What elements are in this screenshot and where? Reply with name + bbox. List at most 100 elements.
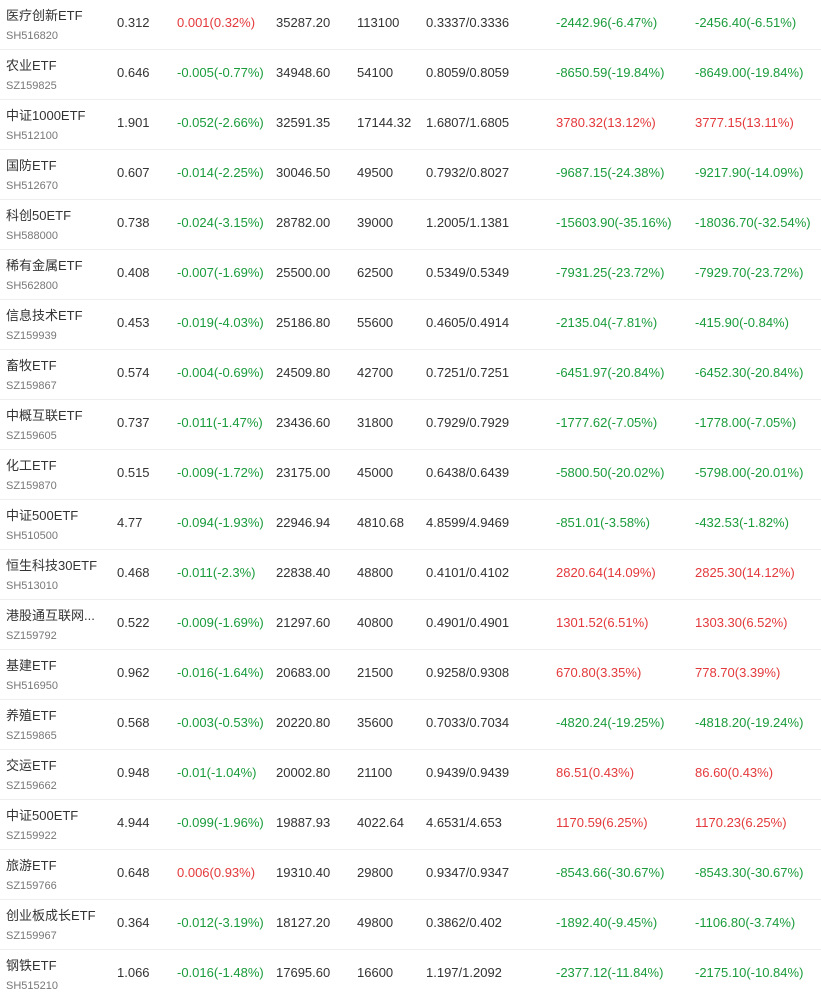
nav-cell: 0.8059/0.8059	[426, 65, 510, 80]
nav-cell: 0.6438/0.6439	[426, 465, 510, 480]
profit-loss-alt-cell: 2825.30(14.12%)	[695, 565, 795, 580]
amount-cell: 20683.00	[276, 665, 331, 680]
table-row[interactable]: 创业板成长ETF SZ159967 0.364 -0.012(-3.19%) 1…	[0, 900, 821, 950]
fund-name[interactable]: 畜牧ETF	[6, 358, 57, 374]
table-row[interactable]: 信息技术ETF SZ159939 0.453 -0.019(-4.03%) 25…	[0, 300, 821, 350]
table-row[interactable]: 养殖ETF SZ159865 0.568 -0.003(-0.53%) 2022…	[0, 700, 821, 750]
fund-name[interactable]: 钢铁ETF	[6, 958, 57, 974]
table-row[interactable]: 中证1000ETF SH512100 1.901 -0.052(-2.66%) …	[0, 100, 821, 150]
table-row[interactable]: 农业ETF SZ159825 0.646 -0.005(-0.77%) 3494…	[0, 50, 821, 100]
table-row[interactable]: 交运ETF SZ159662 0.948 -0.01(-1.04%) 20002…	[0, 750, 821, 800]
fund-name[interactable]: 科创50ETF	[6, 208, 71, 224]
table-row[interactable]: 国防ETF SH512670 0.607 -0.014(-2.25%) 3004…	[0, 150, 821, 200]
fund-code: SH510500	[6, 530, 58, 542]
share-cell: 16600	[357, 965, 394, 980]
nav-cell: 1.2005/1.1381	[426, 215, 510, 230]
fund-name[interactable]: 医疗创新ETF	[6, 8, 83, 24]
table-row[interactable]: 畜牧ETF SZ159867 0.574 -0.004(-0.69%) 2450…	[0, 350, 821, 400]
share-cell: 21500	[357, 665, 394, 680]
amount-cell: 30046.50	[276, 165, 331, 180]
share-cell: 21100	[357, 765, 393, 780]
table-row[interactable]: 科创50ETF SH588000 0.738 -0.024(-3.15%) 28…	[0, 200, 821, 250]
table-row[interactable]: 旅游ETF SZ159766 0.648 0.006(0.93%) 19310.…	[0, 850, 821, 900]
profit-loss-cell: 1170.59(6.25%)	[556, 815, 648, 830]
fund-name-cell: 旅游ETF SZ159766	[6, 850, 110, 900]
nav-cell: 0.9347/0.9347	[426, 865, 510, 880]
table-row[interactable]: 基建ETF SH516950 0.962 -0.016(-1.64%) 2068…	[0, 650, 821, 700]
nav-cell: 0.5349/0.5349	[426, 265, 510, 280]
share-cell: 54100	[357, 65, 394, 80]
change-cell: -0.011(-2.3%)	[177, 565, 256, 580]
fund-name[interactable]: 港股通互联网...	[6, 608, 95, 624]
amount-cell: 20002.80	[276, 765, 331, 780]
fund-name[interactable]: 稀有金属ETF	[6, 258, 83, 274]
price-cell: 0.607	[117, 165, 150, 180]
profit-loss-cell: -8543.66(-30.67%)	[556, 865, 665, 880]
change-cell: -0.052(-2.66%)	[177, 115, 264, 130]
fund-code: SZ159867	[6, 380, 57, 392]
fund-code: SH562800	[6, 280, 58, 292]
profit-loss-alt-cell: -7929.70(-23.72%)	[695, 265, 804, 280]
profit-loss-cell: 2820.64(14.09%)	[556, 565, 656, 580]
amount-cell: 19310.40	[276, 865, 331, 880]
fund-name-cell: 稀有金属ETF SH562800	[6, 250, 110, 300]
fund-name-cell: 创业板成长ETF SZ159967	[6, 900, 110, 950]
fund-name[interactable]: 中概互联ETF	[6, 408, 83, 424]
fund-name[interactable]: 国防ETF	[6, 158, 57, 174]
fund-name[interactable]: 信息技术ETF	[6, 308, 83, 324]
profit-loss-alt-cell: -18036.70(-32.54%)	[695, 215, 811, 230]
profit-loss-alt-cell: -8649.00(-19.84%)	[695, 65, 804, 80]
fund-name[interactable]: 交运ETF	[6, 758, 57, 774]
table-row[interactable]: 稀有金属ETF SH562800 0.408 -0.007(-1.69%) 25…	[0, 250, 821, 300]
share-cell: 29800	[357, 865, 394, 880]
table-row[interactable]: 中证500ETF SZ159922 4.944 -0.099(-1.96%) 1…	[0, 800, 821, 850]
table-row[interactable]: 恒生科技30ETF SH513010 0.468 -0.011(-2.3%) 2…	[0, 550, 821, 600]
table-row[interactable]: 港股通互联网... SZ159792 0.522 -0.009(-1.69%) …	[0, 600, 821, 650]
amount-cell: 25186.80	[276, 315, 331, 330]
fund-name[interactable]: 中证500ETF	[6, 508, 78, 524]
profit-loss-alt-cell: -2456.40(-6.51%)	[695, 15, 797, 30]
fund-name-cell: 中证1000ETF SH512100	[6, 100, 110, 150]
fund-name[interactable]: 中证1000ETF	[6, 108, 85, 124]
profit-loss-cell: -7931.25(-23.72%)	[556, 265, 665, 280]
profit-loss-alt-cell: 86.60(0.43%)	[695, 765, 774, 780]
fund-name[interactable]: 旅游ETF	[6, 858, 57, 874]
table-row[interactable]: 医疗创新ETF SH516820 0.312 0.001(0.32%) 3528…	[0, 0, 821, 50]
profit-loss-cell: -851.01(-3.58%)	[556, 515, 650, 530]
nav-cell: 0.4901/0.4901	[426, 615, 510, 630]
share-cell: 45000	[357, 465, 394, 480]
fund-code: SZ159766	[6, 880, 57, 892]
nav-cell: 1.197/1.2092	[426, 965, 502, 980]
table-row[interactable]: 化工ETF SZ159870 0.515 -0.009(-1.72%) 2317…	[0, 450, 821, 500]
table-row[interactable]: 钢铁ETF SH515210 1.066 -0.016(-1.48%) 1769…	[0, 950, 821, 1000]
price-cell: 0.738	[117, 215, 150, 230]
table-row[interactable]: 中证500ETF SH510500 4.77 -0.094(-1.93%) 22…	[0, 500, 821, 550]
change-cell: 0.001(0.32%)	[177, 15, 256, 30]
share-cell: 4022.64	[357, 815, 404, 830]
share-cell: 39000	[357, 215, 394, 230]
change-cell: -0.009(-1.72%)	[177, 465, 264, 480]
fund-name[interactable]: 农业ETF	[6, 58, 57, 74]
profit-loss-cell: -9687.15(-24.38%)	[556, 165, 665, 180]
share-cell: 42700	[357, 365, 394, 380]
profit-loss-cell: -15603.90(-35.16%)	[556, 215, 672, 230]
share-cell: 49800	[357, 915, 394, 930]
change-cell: -0.012(-3.19%)	[177, 915, 264, 930]
profit-loss-alt-cell: 1303.30(6.52%)	[695, 615, 788, 630]
table-row[interactable]: 中概互联ETF SZ159605 0.737 -0.011(-1.47%) 23…	[0, 400, 821, 450]
fund-name[interactable]: 基建ETF	[6, 658, 57, 674]
fund-name[interactable]: 化工ETF	[6, 458, 57, 474]
profit-loss-cell: -5800.50(-20.02%)	[556, 465, 665, 480]
fund-code: SZ159605	[6, 430, 57, 442]
fund-name[interactable]: 中证500ETF	[6, 808, 78, 824]
amount-cell: 23175.00	[276, 465, 331, 480]
nav-cell: 0.7033/0.7034	[426, 715, 510, 730]
fund-name-cell: 农业ETF SZ159825	[6, 50, 110, 100]
fund-code: SH516950	[6, 680, 58, 692]
fund-name[interactable]: 恒生科技30ETF	[6, 558, 97, 574]
price-cell: 0.364	[117, 915, 150, 930]
fund-name[interactable]: 创业板成长ETF	[6, 908, 96, 924]
fund-name[interactable]: 养殖ETF	[6, 708, 57, 724]
amount-cell: 18127.20	[276, 915, 331, 930]
fund-name-cell: 钢铁ETF SH515210	[6, 950, 110, 1000]
